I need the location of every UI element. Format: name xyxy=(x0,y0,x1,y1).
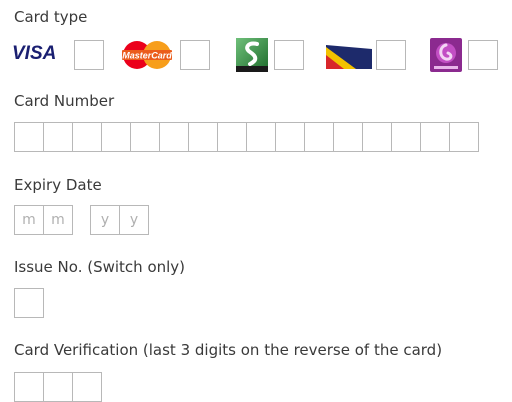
mastercard-checkbox[interactable] xyxy=(180,40,210,70)
card-number-digit[interactable] xyxy=(449,122,479,152)
card-type-label: Card type xyxy=(14,8,88,26)
mastercard-logo: MasterCard xyxy=(122,41,172,69)
maestro-checkbox[interactable] xyxy=(468,40,498,70)
card-number-digit[interactable] xyxy=(130,122,160,152)
switch-checkbox[interactable] xyxy=(274,40,304,70)
visa-checkbox[interactable] xyxy=(74,40,104,70)
solo-logo xyxy=(326,41,372,69)
card-verification-input[interactable] xyxy=(14,372,102,402)
card-number-digit[interactable] xyxy=(333,122,363,152)
expiry-year-digit[interactable]: y xyxy=(119,205,149,235)
card-number-input[interactable] xyxy=(14,122,479,152)
expiry-date-label: Expiry Date xyxy=(14,176,102,194)
issue-no-digit[interactable] xyxy=(14,288,44,318)
expiry-month-input[interactable]: m m xyxy=(14,205,73,235)
card-verification-digit[interactable] xyxy=(14,372,44,402)
card-verification-label: Card Verification (last 3 digits on the … xyxy=(14,341,443,359)
card-number-digit[interactable] xyxy=(101,122,131,152)
card-number-digit[interactable] xyxy=(159,122,189,152)
card-number-digit[interactable] xyxy=(14,122,44,152)
expiry-month-digit[interactable]: m xyxy=(14,205,44,235)
expiry-year-input[interactable]: y y xyxy=(90,205,149,235)
card-number-label: Card Number xyxy=(14,92,115,110)
card-verification-digit[interactable] xyxy=(43,372,73,402)
solo-checkbox[interactable] xyxy=(376,40,406,70)
card-number-digit[interactable] xyxy=(246,122,276,152)
card-number-digit[interactable] xyxy=(391,122,421,152)
issue-no-label: Issue No. (Switch only) xyxy=(14,258,186,276)
mastercard-logo-text: MasterCard xyxy=(122,51,172,61)
expiry-year-digit[interactable]: y xyxy=(90,205,120,235)
issue-no-input[interactable] xyxy=(14,288,44,318)
switch-logo xyxy=(236,38,268,72)
card-number-digit[interactable] xyxy=(188,122,218,152)
card-number-digit[interactable] xyxy=(304,122,334,152)
card-number-digit[interactable] xyxy=(420,122,450,152)
card-number-digit[interactable] xyxy=(72,122,102,152)
expiry-month-digit[interactable]: m xyxy=(43,205,73,235)
card-number-digit[interactable] xyxy=(362,122,392,152)
maestro-logo xyxy=(430,38,462,72)
card-number-digit[interactable] xyxy=(217,122,247,152)
card-number-digit[interactable] xyxy=(275,122,305,152)
visa-logo: VISA xyxy=(12,43,57,64)
card-number-digit[interactable] xyxy=(43,122,73,152)
card-verification-digit[interactable] xyxy=(72,372,102,402)
